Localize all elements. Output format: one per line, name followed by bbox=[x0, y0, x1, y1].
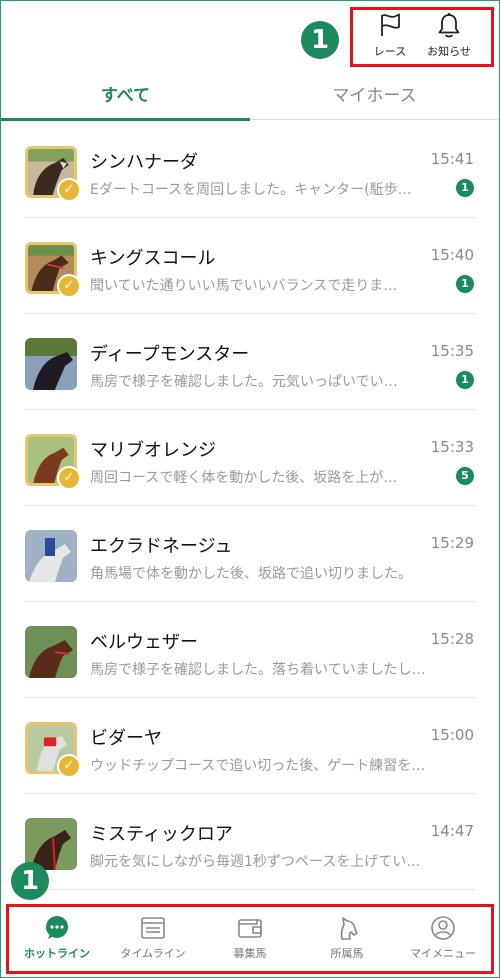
timeline-row[interactable]: ✓ ビダーヤ 15:00 ウッドチップコースで追い切った後、ゲート練習を… bbox=[1, 698, 499, 794]
unread-count-badge: 1 bbox=[456, 179, 474, 197]
horse-name: エクラドネージュ bbox=[90, 536, 233, 557]
notice-button[interactable]: お知らせ bbox=[416, 9, 482, 63]
timestamp: 14:47 bbox=[430, 822, 474, 840]
timeline-row[interactable]: ミスティックロア 14:47 脚元を気にしながら毎週1秒ずつペースを上げてい… bbox=[1, 794, 499, 890]
app-header: 1 レース お知らせ bbox=[1, 1, 499, 75]
tab-all[interactable]: すべて bbox=[1, 74, 250, 121]
timeline-row[interactable]: ✓ キングスコール 15:40 聞いていた通りいい馬でいいバランスで走りま… 1 bbox=[1, 218, 499, 314]
message-preview: 馬房で様子を確認しました。落ち着いていましたし… bbox=[90, 662, 426, 678]
bottom-navigation: ホットライン タイムライン 募集馬 所属馬 マイメニュー bbox=[9, 907, 491, 971]
timestamp: 15:28 bbox=[430, 630, 474, 648]
message-preview: 周回コースで軽く体を動かした後、坂路を上が… bbox=[90, 470, 398, 486]
timestamp: 15:40 bbox=[430, 246, 474, 264]
timestamp: 15:35 bbox=[430, 342, 474, 360]
message-preview: 角馬場で体を動かした後、坂路で追い切りました。 bbox=[90, 566, 412, 582]
timestamp: 15:41 bbox=[430, 150, 474, 168]
nav-my-menu[interactable]: マイメニュー bbox=[395, 907, 491, 971]
verified-check-icon: ✓ bbox=[57, 274, 81, 298]
notice-label: お知らせ bbox=[427, 45, 471, 58]
horse-avatar bbox=[25, 626, 77, 678]
wallet-icon bbox=[238, 919, 262, 938]
nav-label: タイムライン bbox=[120, 947, 186, 960]
timeline-row[interactable]: ディープモンスター 15:35 馬房で様子を確認しました。元気いっぱいでい… 1 bbox=[1, 314, 499, 410]
timeline-icon bbox=[141, 917, 165, 939]
horse-name: ベルウェザー bbox=[90, 632, 198, 653]
chat-bubble-icon bbox=[46, 916, 68, 939]
nav-recruit-horses[interactable]: 募集馬 bbox=[202, 907, 298, 971]
tab-bar: すべて マイホース bbox=[1, 74, 499, 121]
message-preview: Eダートコースを周回しました。キャンター(駈歩… bbox=[90, 182, 412, 198]
unread-count-badge: 5 bbox=[456, 467, 474, 485]
message-preview: 聞いていた通りいい馬でいいバランスで走りま… bbox=[90, 278, 398, 294]
nav-hotline[interactable]: ホットライン bbox=[9, 907, 105, 971]
nav-label: ホットライン bbox=[24, 947, 90, 960]
nav-label: 募集馬 bbox=[233, 947, 267, 960]
race-button[interactable]: レース bbox=[357, 9, 423, 63]
verified-check-icon: ✓ bbox=[57, 466, 81, 490]
horse-name: ディープモンスター bbox=[90, 344, 250, 365]
timestamp: 15:00 bbox=[430, 726, 474, 744]
unread-count-badge: 1 bbox=[456, 371, 474, 389]
nav-timeline[interactable]: タイムライン bbox=[105, 907, 201, 971]
nav-label: 所属馬 bbox=[330, 947, 364, 960]
unread-count-badge: 1 bbox=[456, 275, 474, 293]
flag-icon bbox=[381, 13, 400, 36]
message-preview: 脚元を気にしながら毎週1秒ずつペースを上げてい… bbox=[90, 854, 421, 870]
callout-badge-bottom: 1 bbox=[11, 862, 49, 900]
verified-check-icon: ✓ bbox=[57, 754, 81, 778]
timeline-row[interactable]: ✓ マリブオレンジ 15:33 周回コースで軽く体を動かした後、坂路を上が… 5 bbox=[1, 410, 499, 506]
nav-owned-horses[interactable]: 所属馬 bbox=[299, 907, 395, 971]
verified-check-icon: ✓ bbox=[57, 178, 81, 202]
horse-name: ビダーヤ bbox=[90, 728, 162, 749]
user-circle-icon bbox=[431, 916, 455, 940]
message-preview: ウッドチップコースで追い切った後、ゲート練習を… bbox=[90, 758, 426, 774]
bell-icon bbox=[438, 13, 460, 38]
horse-head-icon bbox=[340, 917, 358, 940]
timestamp: 15:29 bbox=[430, 534, 474, 552]
callout-badge-header: 1 bbox=[301, 21, 339, 59]
race-label: レース bbox=[373, 45, 407, 58]
tab-my-horse[interactable]: マイホース bbox=[250, 74, 499, 120]
horse-name: キングスコール bbox=[90, 248, 216, 269]
timestamp: 15:33 bbox=[430, 438, 474, 456]
timeline-row[interactable]: エクラドネージュ 15:29 角馬場で体を動かした後、坂路で追い切りました。 bbox=[1, 506, 499, 602]
horse-name: シンハナーダ bbox=[90, 152, 198, 173]
message-preview: 馬房で様子を確認しました。元気いっぱいでい… bbox=[90, 374, 398, 390]
timeline-row[interactable]: ✓ シンハナーダ 15:41 Eダートコースを周回しました。キャンター(駈歩… … bbox=[1, 122, 499, 218]
horse-avatar bbox=[25, 530, 77, 582]
row-divider bbox=[25, 889, 475, 890]
horse-name: マリブオレンジ bbox=[90, 440, 216, 461]
horse-name: ミスティックロア bbox=[90, 824, 233, 845]
timeline-row[interactable]: ベルウェザー 15:28 馬房で様子を確認しました。落ち着いていましたし… bbox=[1, 602, 499, 698]
horse-avatar bbox=[25, 338, 77, 390]
nav-label: マイメニュー bbox=[410, 947, 476, 960]
